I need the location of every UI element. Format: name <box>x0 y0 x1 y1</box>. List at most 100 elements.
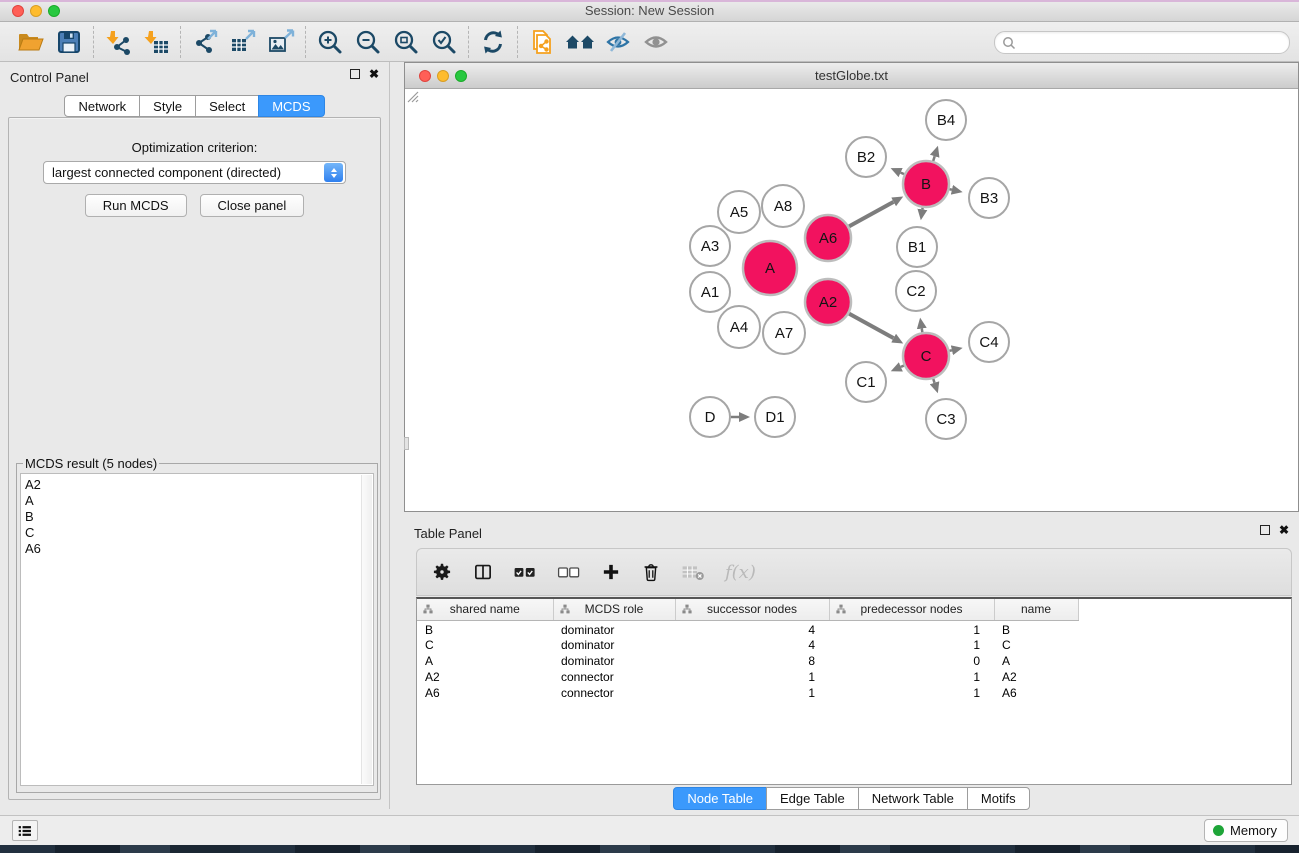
table-cell[interactable]: dominator <box>553 620 675 637</box>
export-table-button[interactable] <box>224 24 262 60</box>
table-cell[interactable]: dominator <box>553 653 675 669</box>
node-C3[interactable]: C3 <box>926 399 966 439</box>
node-C2[interactable]: C2 <box>896 271 936 311</box>
open-session-button[interactable] <box>12 24 50 60</box>
table-cell[interactable]: 0 <box>829 653 994 669</box>
table-cell[interactable]: 1 <box>829 620 994 637</box>
edge-C-C1[interactable] <box>901 366 904 367</box>
edge-B-B4[interactable] <box>933 156 935 161</box>
table-cell[interactable]: 1 <box>829 637 994 653</box>
create-column-button[interactable] <box>601 557 621 587</box>
tab-style[interactable]: Style <box>139 95 196 117</box>
network-canvas[interactable]: AA1A3A5A8A4A7A6A2BB1B2B3B4CC1C2C3C4DD1 <box>405 89 1298 511</box>
close-table-panel-icon[interactable]: ✖ <box>1279 525 1289 535</box>
table-cell[interactable]: 4 <box>675 637 829 653</box>
edge-C-C2[interactable] <box>922 329 923 333</box>
zoom-selected-button[interactable] <box>425 24 463 60</box>
close-panel-icon[interactable]: ✖ <box>369 69 379 79</box>
table-cell[interactable]: 4 <box>675 620 829 637</box>
table-cell[interactable]: A6 <box>417 685 553 701</box>
column-header-mcds-role[interactable]: MCDS role <box>553 599 675 620</box>
clone-network-button[interactable] <box>523 24 561 60</box>
mcds-result-item[interactable]: A <box>25 493 373 509</box>
tab-select[interactable]: Select <box>195 95 259 117</box>
node-A1[interactable]: A1 <box>690 272 730 312</box>
close-panel-button[interactable]: Close panel <box>200 194 305 217</box>
node-A7[interactable]: A7 <box>763 312 805 354</box>
show-column-button[interactable] <box>473 557 493 587</box>
edge-A6-B[interactable] <box>849 202 894 227</box>
table-cell[interactable]: A <box>417 653 553 669</box>
delete-columns-button[interactable] <box>641 557 661 587</box>
table-row[interactable]: Bdominator41B <box>417 620 1078 637</box>
mcds-result-list[interactable]: A2ABCA6 <box>20 473 374 786</box>
table-cell[interactable]: A2 <box>417 669 553 685</box>
zoom-in-button[interactable] <box>311 24 349 60</box>
node-C1[interactable]: C1 <box>846 362 886 402</box>
select-all-columns-button[interactable] <box>513 557 537 587</box>
zoom-fit-button[interactable] <box>387 24 425 60</box>
resize-grip-icon[interactable] <box>405 89 419 103</box>
mcds-result-item[interactable]: C <box>25 525 373 541</box>
tab-network[interactable]: Network <box>64 95 140 117</box>
node-A[interactable]: A <box>743 241 797 295</box>
tab-edge-table[interactable]: Edge Table <box>766 787 859 810</box>
table-cell[interactable]: B <box>417 620 553 637</box>
export-image-button[interactable] <box>262 24 300 60</box>
task-history-button[interactable] <box>12 820 38 841</box>
node-A8[interactable]: A8 <box>762 185 804 227</box>
table-cell[interactable]: A6 <box>994 685 1078 701</box>
table-options-button[interactable] <box>431 557 453 587</box>
export-network-button[interactable] <box>186 24 224 60</box>
node-B[interactable]: B <box>903 161 949 207</box>
memory-button[interactable]: Memory <box>1204 819 1288 842</box>
table-cell[interactable]: B <box>994 620 1078 637</box>
criterion-dropdown[interactable]: largest connected component (directed) <box>43 161 346 184</box>
column-header-shared-name[interactable]: shared name <box>417 599 553 620</box>
table-cell[interactable]: 1 <box>829 685 994 701</box>
table-row[interactable]: A2connector11A2 <box>417 669 1078 685</box>
table-cell[interactable]: C <box>994 637 1078 653</box>
edge-B-B2[interactable] <box>901 173 904 175</box>
tab-network-table[interactable]: Network Table <box>858 787 968 810</box>
node-D1[interactable]: D1 <box>755 397 795 437</box>
column-header-name[interactable]: name <box>994 599 1078 620</box>
result-scrollbar[interactable] <box>361 475 372 784</box>
edge-C-C4[interactable] <box>949 350 951 351</box>
tab-node-table[interactable]: Node Table <box>673 787 767 810</box>
tab-motifs[interactable]: Motifs <box>967 787 1030 810</box>
table-cell[interactable]: A2 <box>994 669 1078 685</box>
table-cell[interactable]: A <box>994 653 1078 669</box>
zoom-out-button[interactable] <box>349 24 387 60</box>
edge-A2-C[interactable] <box>849 314 894 339</box>
edge-B-B3[interactable] <box>949 189 951 190</box>
node-A5[interactable]: A5 <box>718 191 760 233</box>
table-cell[interactable]: 1 <box>675 685 829 701</box>
search-field[interactable] <box>994 31 1290 54</box>
column-header-predecessor-nodes[interactable]: predecessor nodes <box>829 599 994 620</box>
import-network-button[interactable] <box>99 24 137 60</box>
node-B1[interactable]: B1 <box>897 227 937 267</box>
search-input[interactable] <box>1016 35 1289 50</box>
frame-left-grip[interactable] <box>404 437 409 450</box>
table-cell[interactable]: 1 <box>675 669 829 685</box>
table-row[interactable]: Cdominator41C <box>417 637 1078 653</box>
save-session-button[interactable] <box>50 24 88 60</box>
run-mcds-button[interactable]: Run MCDS <box>85 194 187 217</box>
float-table-panel-icon[interactable] <box>1260 525 1270 535</box>
refresh-view-button[interactable] <box>474 24 512 60</box>
table-row[interactable]: A6connector11A6 <box>417 685 1078 701</box>
table-cell[interactable]: C <box>417 637 553 653</box>
function-builder-button[interactable]: f(x) <box>725 557 756 587</box>
float-panel-icon[interactable] <box>350 69 360 79</box>
apply-preferred-layout-button[interactable] <box>561 24 599 60</box>
node-B3[interactable]: B3 <box>969 178 1009 218</box>
table-cell[interactable]: connector <box>553 669 675 685</box>
tab-mcds[interactable]: MCDS <box>258 95 324 117</box>
mcds-result-item[interactable]: A6 <box>25 541 373 557</box>
table-cell[interactable]: connector <box>553 685 675 701</box>
node-C[interactable]: C <box>903 333 949 379</box>
column-header-successor-nodes[interactable]: successor nodes <box>675 599 829 620</box>
node-D[interactable]: D <box>690 397 730 437</box>
mcds-result-item[interactable]: A2 <box>25 477 373 493</box>
